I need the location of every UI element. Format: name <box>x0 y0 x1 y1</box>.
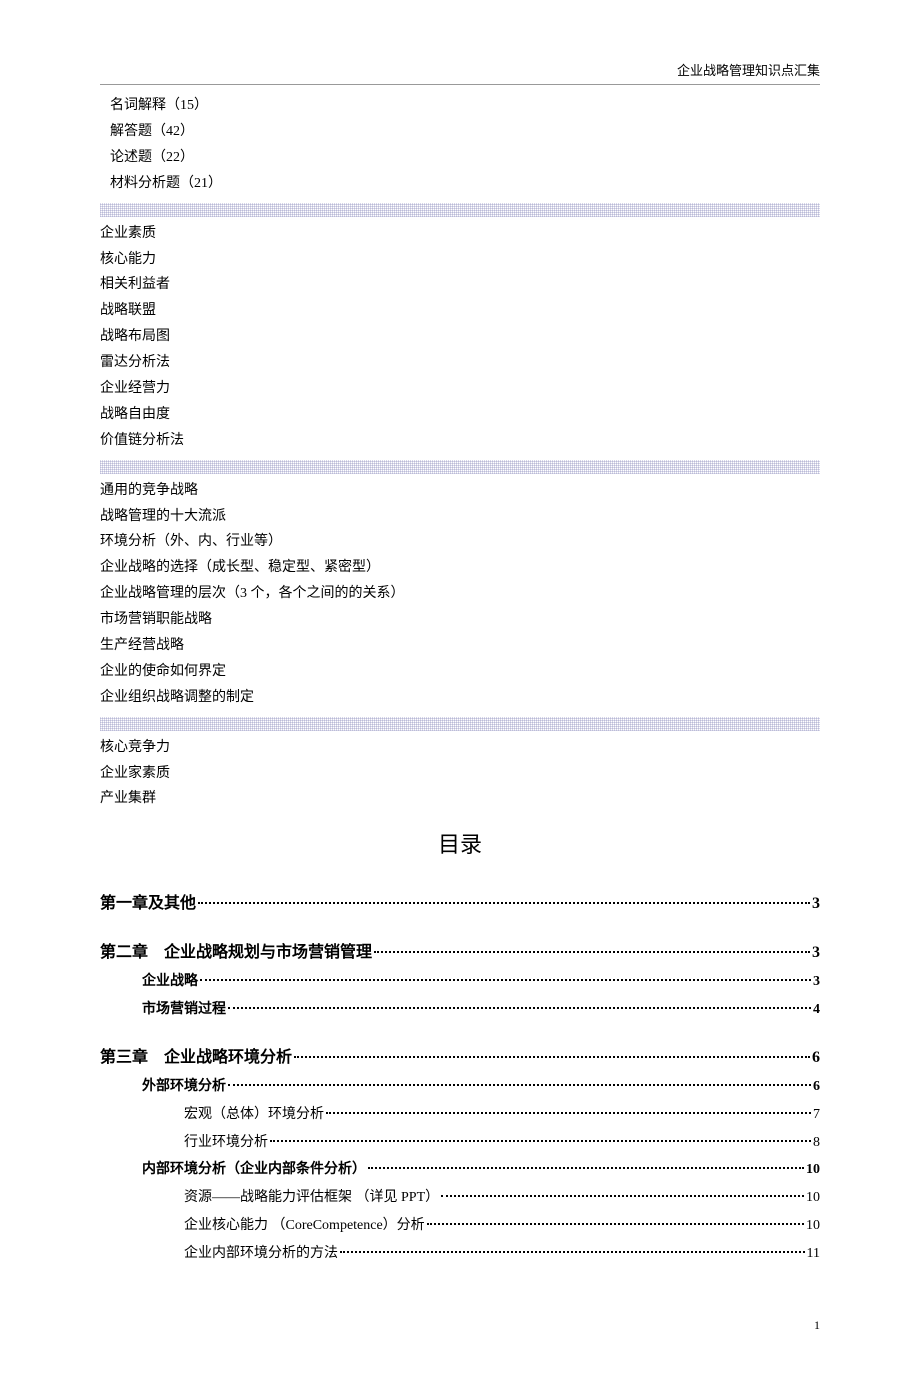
toc-entry: 企业战略 3 <box>100 970 820 994</box>
question-type-item: 名词解释（15） <box>110 93 820 119</box>
toc: 第一章及其他 3 第二章 企业战略规划与市场营销管理 3 企业战略 3 市场营销… <box>100 890 820 1266</box>
topic-item: 战略管理的十大流派 <box>100 504 820 530</box>
toc-leader <box>374 951 810 953</box>
question-types-block: 名词解释（15） 解答题（42） 论述题（22） 材料分析题（21） <box>100 93 820 197</box>
toc-leader <box>200 979 811 981</box>
toc-label: 市场营销过程 <box>142 998 226 1022</box>
toc-label: 资源——战略能力评估框架 （详见 PPT） <box>184 1186 439 1210</box>
page-number: 1 <box>100 1315 820 1335</box>
topic-item: 企业战略管理的层次（3 个，各个之间的的关系） <box>100 581 820 607</box>
toc-entry: 第二章 企业战略规划与市场营销管理 3 <box>100 939 820 966</box>
section-divider <box>100 460 820 474</box>
question-type-item: 材料分析题（21） <box>110 171 820 197</box>
toc-leader <box>228 1007 811 1009</box>
toc-label: 第三章 企业战略环境分析 <box>100 1044 292 1071</box>
toc-entry: 第三章 企业战略环境分析 6 <box>100 1044 820 1071</box>
toc-leader <box>340 1251 805 1253</box>
toc-entry: 外部环境分析 6 <box>100 1075 820 1099</box>
toc-leader <box>198 902 810 904</box>
topic-item: 生产经营战略 <box>100 633 820 659</box>
term-item: 相关利益者 <box>100 272 820 298</box>
toc-label: 第一章及其他 <box>100 890 196 917</box>
toc-leader <box>441 1195 804 1197</box>
toc-page: 10 <box>806 1158 820 1182</box>
essay-list: 核心竞争力 企业家素质 产业集群 <box>100 735 820 813</box>
term-item: 核心能力 <box>100 247 820 273</box>
term-item: 企业素质 <box>100 221 820 247</box>
term-item: 雷达分析法 <box>100 350 820 376</box>
essay-item: 核心竞争力 <box>100 735 820 761</box>
topic-list: 通用的竞争战略 战略管理的十大流派 环境分析（外、内、行业等） 企业战略的选择（… <box>100 478 820 711</box>
toc-label: 企业内部环境分析的方法 <box>184 1242 338 1266</box>
toc-label: 第二章 企业战略规划与市场营销管理 <box>100 939 372 966</box>
section-divider <box>100 203 820 217</box>
toc-page: 3 <box>813 970 820 994</box>
term-item: 价值链分析法 <box>100 428 820 454</box>
toc-entry: 企业核心能力 （CoreCompetence）分析 10 <box>100 1214 820 1238</box>
toc-page: 7 <box>813 1103 820 1127</box>
topic-item: 环境分析（外、内、行业等） <box>100 529 820 555</box>
doc-header-title: 企业战略管理知识点汇集 <box>100 60 820 85</box>
toc-page: 6 <box>813 1075 820 1099</box>
toc-label: 企业核心能力 （CoreCompetence）分析 <box>184 1214 425 1238</box>
toc-page: 10 <box>806 1214 820 1238</box>
essay-item: 产业集群 <box>100 786 820 812</box>
topic-item: 企业战略的选择（成长型、稳定型、紧密型） <box>100 555 820 581</box>
toc-page: 4 <box>813 998 820 1022</box>
term-list: 企业素质 核心能力 相关利益者 战略联盟 战略布局图 雷达分析法 企业经营力 战… <box>100 221 820 454</box>
toc-page: 3 <box>812 939 820 966</box>
essay-item: 企业家素质 <box>100 761 820 787</box>
topic-item: 市场营销职能战略 <box>100 607 820 633</box>
toc-title: 目录 <box>100 826 820 863</box>
toc-page: 3 <box>812 890 820 917</box>
toc-entry: 行业环境分析 8 <box>100 1131 820 1155</box>
toc-leader <box>228 1084 811 1086</box>
toc-page: 11 <box>807 1242 820 1266</box>
term-item: 战略布局图 <box>100 324 820 350</box>
toc-leader <box>368 1167 804 1169</box>
toc-label: 内部环境分析（企业内部条件分析） <box>142 1158 366 1182</box>
toc-label: 外部环境分析 <box>142 1075 226 1099</box>
toc-entry: 资源——战略能力评估框架 （详见 PPT） 10 <box>100 1186 820 1210</box>
toc-entry: 宏观（总体）环境分析 7 <box>100 1103 820 1127</box>
question-type-item: 论述题（22） <box>110 145 820 171</box>
toc-entry: 市场营销过程 4 <box>100 998 820 1022</box>
section-divider <box>100 717 820 731</box>
toc-entry: 内部环境分析（企业内部条件分析） 10 <box>100 1158 820 1182</box>
toc-label: 企业战略 <box>142 970 198 994</box>
toc-entry: 第一章及其他 3 <box>100 890 820 917</box>
term-item: 战略自由度 <box>100 402 820 428</box>
toc-label: 行业环境分析 <box>184 1131 268 1155</box>
term-item: 战略联盟 <box>100 298 820 324</box>
toc-label: 宏观（总体）环境分析 <box>184 1103 324 1127</box>
topic-item: 企业组织战略调整的制定 <box>100 685 820 711</box>
topic-item: 企业的使命如何界定 <box>100 659 820 685</box>
toc-leader <box>270 1140 811 1142</box>
toc-leader <box>427 1223 804 1225</box>
term-item: 企业经营力 <box>100 376 820 402</box>
topic-item: 通用的竞争战略 <box>100 478 820 504</box>
toc-entry: 企业内部环境分析的方法 11 <box>100 1242 820 1266</box>
toc-leader <box>326 1112 811 1114</box>
toc-page: 8 <box>813 1131 820 1155</box>
toc-leader <box>294 1056 810 1058</box>
toc-page: 6 <box>812 1044 820 1071</box>
toc-page: 10 <box>806 1186 820 1210</box>
question-type-item: 解答题（42） <box>110 119 820 145</box>
